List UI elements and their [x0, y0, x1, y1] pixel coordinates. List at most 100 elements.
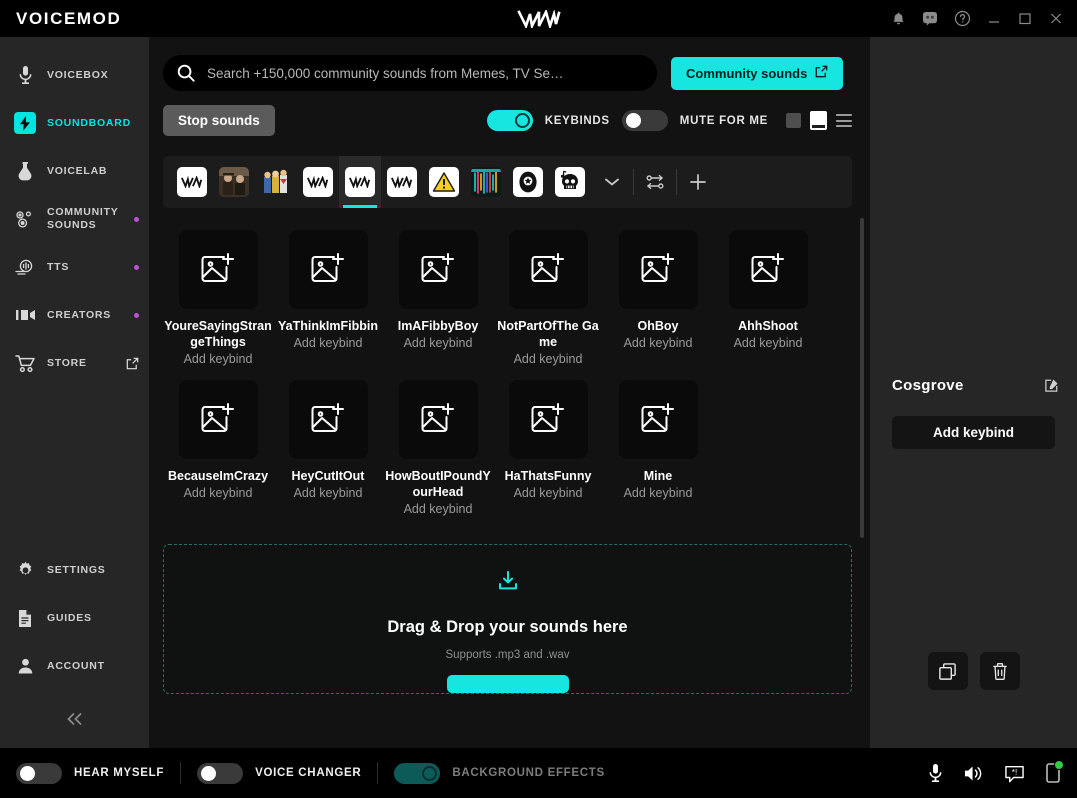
sound-pad[interactable] [398, 380, 478, 459]
tabs-reorder-button[interactable] [634, 156, 676, 208]
delete-button[interactable] [979, 652, 1020, 690]
tab-vm-4[interactable] [381, 156, 423, 208]
sidebar-item-voicebox[interactable]: VOICEBOX [0, 51, 149, 99]
video-camera-icon [14, 304, 36, 326]
view-mode-group [786, 111, 852, 130]
add-keybind-button[interactable]: Add keybind [892, 416, 1055, 449]
edit-pencil-icon[interactable] [1044, 378, 1059, 393]
sound-pad[interactable] [508, 380, 588, 459]
notification-dot [134, 264, 139, 270]
sidebar-item-store[interactable]: STORE [0, 339, 149, 387]
sound-cell: HowBoutIPoundYourHead Add keybind [383, 380, 493, 516]
sound-grid: YoureSayingStrangeThings Add keybind YaT… [163, 230, 852, 530]
close-button[interactable] [1040, 4, 1071, 34]
sound-pad[interactable] [728, 230, 808, 309]
discord-button[interactable] [914, 4, 946, 34]
sound-keybind[interactable]: Add keybind [624, 486, 693, 500]
copy-button[interactable] [927, 652, 968, 690]
hear-myself-toggle[interactable] [16, 762, 62, 784]
sound-keybind[interactable]: Add keybind [734, 336, 803, 350]
tab-photo-men[interactable] [213, 156, 255, 208]
view-mode-grid-icon[interactable] [810, 111, 827, 130]
sidebar-item-settings[interactable]: SETTINGS [0, 546, 149, 594]
tab-warning[interactable] [423, 156, 465, 208]
sidebar-item-guides[interactable]: GUIDES [0, 594, 149, 642]
sidebar-collapse-button[interactable] [0, 690, 149, 748]
sound-keybind[interactable]: Add keybind [404, 502, 473, 516]
window-controls [882, 4, 1071, 34]
sound-name: YaThinkImFibbin [277, 319, 378, 333]
sound-name: Mine [643, 469, 673, 483]
maximize-button[interactable] [1009, 4, 1040, 34]
tab-cartoon[interactable] [255, 156, 297, 208]
view-mode-compact-icon[interactable] [786, 113, 801, 128]
background-effects-toggle[interactable] [394, 762, 441, 784]
gear-icon [14, 559, 36, 581]
community-sounds-button[interactable]: Community sounds [671, 56, 844, 90]
sidebar-item-tts[interactable]: TTS [0, 243, 149, 291]
mobile-device-icon[interactable] [1045, 760, 1064, 784]
sound-keybind[interactable]: Add keybind [184, 486, 253, 500]
sound-grid-scroll: YoureSayingStrangeThings Add keybind YaT… [163, 208, 852, 748]
community-sounds-label: Community sounds [686, 65, 808, 81]
sound-keybind[interactable]: Add keybind [294, 336, 363, 350]
notification-dot [134, 216, 139, 222]
sidebar-item-soundboard[interactable]: SOUNDBOARD [0, 99, 149, 147]
tab-vm-1[interactable] [171, 156, 213, 208]
sound-name: ImAFibbyBoy [397, 319, 479, 333]
sound-name: HeyCutItOut [291, 469, 365, 483]
shopping-cart-icon [14, 352, 36, 374]
tab-robot[interactable] [507, 156, 549, 208]
sound-keybind[interactable]: Add keybind [514, 486, 583, 500]
sound-keybind[interactable]: Add keybind [404, 336, 473, 350]
help-button[interactable] [946, 4, 978, 34]
browse-files-button[interactable] [446, 675, 569, 693]
sound-name: HowBoutIPoundYourHead [385, 469, 491, 499]
tab-skull-music[interactable] [549, 156, 591, 208]
sound-cell: HaThatsFunny Add keybind [493, 380, 603, 516]
sound-cell: Mine Add keybind [603, 380, 713, 516]
sound-pad[interactable] [618, 380, 698, 459]
sound-keybind[interactable]: Add keybind [514, 352, 583, 366]
tab-waveform[interactable] [465, 156, 507, 208]
sound-keybind[interactable]: Add keybind [624, 336, 693, 350]
sound-keybind[interactable]: Add keybind [184, 352, 253, 366]
sound-pad[interactable] [178, 230, 258, 309]
search-box[interactable] [163, 55, 657, 91]
sidebar-item-label: COMMUNITY SOUNDS [47, 206, 119, 231]
sound-pad[interactable] [618, 230, 698, 309]
stop-sounds-button[interactable]: Stop sounds [163, 105, 275, 136]
notifications-button[interactable] [882, 4, 914, 34]
tab-vm-2[interactable] [297, 156, 339, 208]
sidebar-item-label: CREATORS [47, 308, 111, 321]
drop-zone[interactable]: Drag & Drop your sounds here Supports .m… [163, 544, 852, 694]
vm-logo-tile-icon [387, 167, 417, 197]
sidebar-item-account[interactable]: ACCOUNT [0, 642, 149, 690]
sound-pad[interactable] [288, 380, 368, 459]
sound-grid-scrollbar[interactable] [860, 218, 864, 538]
search-input[interactable] [207, 65, 643, 81]
background-effects-label: BACKGROUND EFFECTS [452, 767, 605, 779]
mute-for-me-toggle[interactable] [621, 110, 668, 131]
sidebar-item-community-sounds[interactable]: COMMUNITY SOUNDS [0, 195, 149, 243]
sidebar-item-label: STORE [47, 356, 87, 369]
voice-changer-toggle[interactable] [197, 762, 244, 784]
sound-keybind[interactable]: Add keybind [294, 486, 363, 500]
flask-icon [14, 160, 36, 182]
soundboard-chat-icon[interactable]: *! [1004, 764, 1025, 783]
speaker-icon[interactable] [963, 764, 984, 783]
sidebar-item-creators[interactable]: CREATORS [0, 291, 149, 339]
add-tab-button[interactable] [677, 156, 719, 208]
sound-pad[interactable] [508, 230, 588, 309]
tab-vm-3[interactable] [339, 156, 381, 208]
sound-pad[interactable] [178, 380, 258, 459]
tabs-expand-button[interactable] [591, 156, 633, 208]
keybinds-toggle[interactable] [486, 110, 533, 131]
sidebar-item-voicelab[interactable]: VOICELAB [0, 147, 149, 195]
microphone-icon[interactable] [928, 763, 943, 783]
minimize-button[interactable] [978, 4, 1009, 34]
sidebar-item-label: VOICEBOX [47, 68, 109, 81]
sound-pad[interactable] [398, 230, 478, 309]
view-mode-list-icon[interactable] [836, 114, 852, 127]
sound-pad[interactable] [288, 230, 368, 309]
